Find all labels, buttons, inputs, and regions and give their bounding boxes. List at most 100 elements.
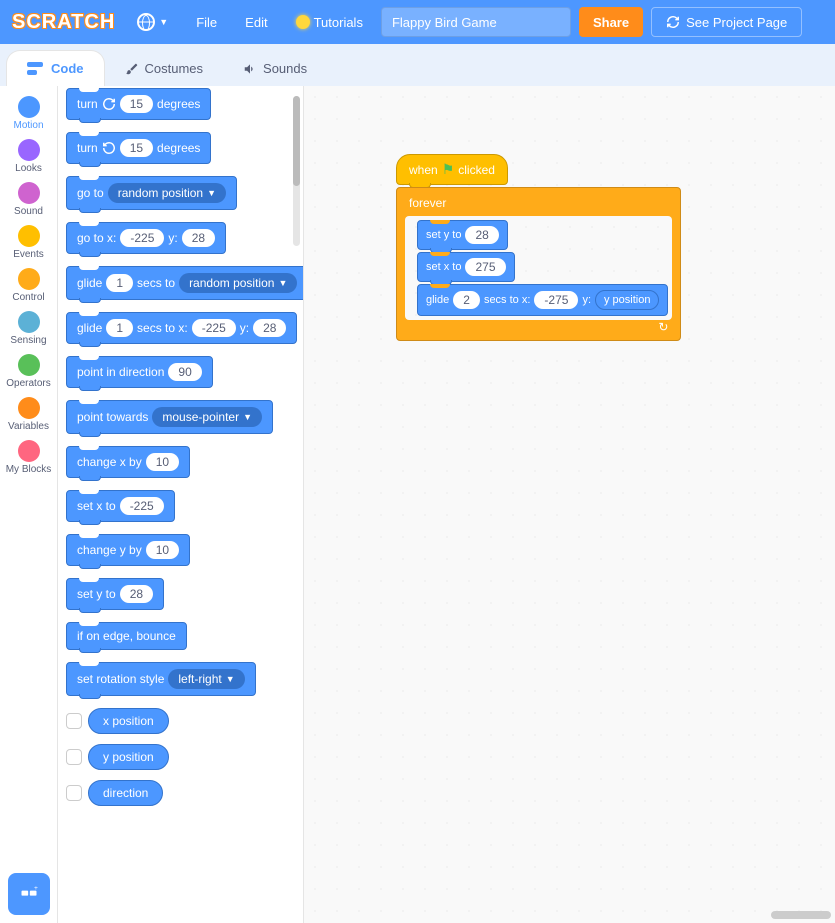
block-edge-bounce[interactable]: if on edge, bounce	[66, 622, 187, 650]
script-set-y-block[interactable]: set y to 28	[417, 220, 508, 250]
direction-checkbox[interactable]	[66, 785, 82, 801]
category-label: Sound	[14, 206, 43, 217]
category-sensing[interactable]: Sensing	[6, 307, 52, 350]
workspace-scrollbar-horizontal[interactable]	[771, 911, 831, 919]
chevron-down-icon: ▼	[159, 17, 168, 27]
globe-icon	[137, 13, 155, 31]
editor-tabs: Code Costumes Sounds	[0, 44, 835, 86]
svg-text:+: +	[34, 885, 38, 892]
glide-xy-secs-input[interactable]: 1	[106, 319, 133, 337]
category-color-icon	[18, 139, 40, 161]
category-color-icon	[18, 311, 40, 333]
category-motion[interactable]: Motion	[6, 92, 52, 135]
chevron-down-icon: ▼	[278, 278, 287, 288]
category-color-icon	[18, 354, 40, 376]
change-y-input[interactable]: 10	[146, 541, 179, 559]
script-glide-y-reporter[interactable]: y position	[595, 290, 659, 310]
script-glide-secs-input[interactable]: 2	[453, 291, 480, 309]
scratch-logo[interactable]: SCRATCH	[8, 11, 119, 34]
block-set-rotation-style[interactable]: set rotation style left-right▼	[66, 662, 256, 696]
turn-ccw-input[interactable]: 15	[120, 139, 153, 157]
category-control[interactable]: Control	[6, 264, 52, 307]
set-y-input[interactable]: 28	[120, 585, 153, 603]
script-glide-block[interactable]: glide 2 secs to x: -275 y: y position	[417, 284, 668, 316]
category-looks[interactable]: Looks	[6, 135, 52, 178]
script-set-x-block[interactable]: set x to 275	[417, 252, 515, 282]
block-change-x[interactable]: change x by 10	[66, 446, 190, 478]
script-set-y-input[interactable]: 28	[465, 226, 498, 244]
category-label: My Blocks	[6, 464, 52, 475]
goto-x-input[interactable]: -225	[120, 229, 164, 247]
block-set-y[interactable]: set y to 28	[66, 578, 164, 610]
reporter-row-yposition: y position	[66, 744, 295, 770]
goto-y-input[interactable]: 28	[182, 229, 215, 247]
tab-sounds[interactable]: Sounds	[223, 51, 327, 86]
category-operators[interactable]: Operators	[6, 350, 52, 393]
goto-menu-dropdown[interactable]: random position▼	[108, 183, 226, 203]
code-icon	[27, 62, 45, 76]
block-turn-ccw[interactable]: turn 15 degrees	[66, 132, 211, 164]
change-x-input[interactable]: 10	[146, 453, 179, 471]
category-sound[interactable]: Sound	[6, 178, 52, 221]
block-forever[interactable]: forever set y to 28 set x to 275 glide 2…	[396, 187, 681, 341]
block-glide-menu[interactable]: glide 1 secs to random position▼	[66, 266, 304, 300]
category-color-icon	[18, 96, 40, 118]
block-glide-xy[interactable]: glide 1 secs to x: -225 y: 28	[66, 312, 297, 344]
block-turn-cw[interactable]: turn 15 degrees	[66, 88, 211, 120]
forever-end: ↻	[405, 320, 672, 334]
category-label: Control	[12, 292, 44, 303]
glide-menu-dropdown[interactable]: random position▼	[179, 273, 297, 293]
category-label: Motion	[13, 120, 43, 131]
script-set-x-input[interactable]: 275	[465, 258, 505, 276]
language-menu[interactable]: ▼	[127, 9, 178, 35]
block-when-flag-clicked[interactable]: when ⚑ clicked	[396, 154, 508, 185]
block-change-y[interactable]: change y by 10	[66, 534, 190, 566]
script-stack[interactable]: when ⚑ clicked forever set y to 28 set x…	[396, 154, 681, 341]
category-my-blocks[interactable]: My Blocks	[6, 436, 52, 479]
project-title-input[interactable]	[381, 7, 571, 37]
xposition-checkbox[interactable]	[66, 713, 82, 729]
tab-costumes[interactable]: Costumes	[105, 51, 224, 86]
rotation-style-dropdown[interactable]: left-right▼	[168, 669, 244, 689]
turn-ccw-icon	[102, 141, 116, 155]
script-glide-x-input[interactable]: -275	[534, 291, 578, 309]
refresh-icon	[666, 15, 680, 29]
glide-xy-y-input[interactable]: 28	[253, 319, 286, 337]
script-workspace[interactable]: when ⚑ clicked forever set y to 28 set x…	[304, 86, 835, 923]
palette-scrollbar-thumb[interactable]	[293, 96, 300, 186]
file-menu[interactable]: File	[186, 11, 227, 34]
reporter-row-direction: direction	[66, 780, 295, 806]
block-goto-menu[interactable]: go to random position▼	[66, 176, 237, 210]
category-label: Events	[13, 249, 44, 260]
block-set-x[interactable]: set x to -225	[66, 490, 175, 522]
category-color-icon	[18, 397, 40, 419]
category-label: Looks	[15, 163, 42, 174]
point-towards-dropdown[interactable]: mouse-pointer▼	[152, 407, 262, 427]
menubar: SCRATCH ▼ File Edit Tutorials Share See …	[0, 0, 835, 44]
category-label: Sensing	[10, 335, 46, 346]
block-goto-xy[interactable]: go to x: -225 y: 28	[66, 222, 226, 254]
category-events[interactable]: Events	[6, 221, 52, 264]
share-button[interactable]: Share	[579, 7, 643, 37]
see-project-page-button[interactable]: See Project Page	[651, 7, 802, 37]
tab-code[interactable]: Code	[6, 50, 105, 86]
yposition-checkbox[interactable]	[66, 749, 82, 765]
reporter-yposition[interactable]: y position	[88, 744, 169, 770]
glide-secs-input[interactable]: 1	[106, 274, 133, 292]
point-dir-input[interactable]: 90	[168, 363, 201, 381]
block-palette[interactable]: turn 15 degrees turn 15 degrees go to ra…	[58, 86, 304, 923]
reporter-xposition[interactable]: x position	[88, 708, 169, 734]
block-point-direction[interactable]: point in direction 90	[66, 356, 213, 388]
add-extension-button[interactable]: +	[8, 873, 50, 915]
reporter-direction[interactable]: direction	[88, 780, 163, 806]
category-variables[interactable]: Variables	[6, 393, 52, 436]
tutorials-button[interactable]: Tutorials	[286, 11, 373, 34]
forever-inner[interactable]: set y to 28 set x to 275 glide 2 secs to…	[405, 216, 672, 320]
set-x-input[interactable]: -225	[120, 497, 164, 515]
chevron-down-icon: ▼	[207, 188, 216, 198]
brush-icon	[125, 62, 139, 76]
glide-xy-x-input[interactable]: -225	[192, 319, 236, 337]
edit-menu[interactable]: Edit	[235, 11, 277, 34]
turn-cw-input[interactable]: 15	[120, 95, 153, 113]
block-point-towards[interactable]: point towards mouse-pointer▼	[66, 400, 273, 434]
